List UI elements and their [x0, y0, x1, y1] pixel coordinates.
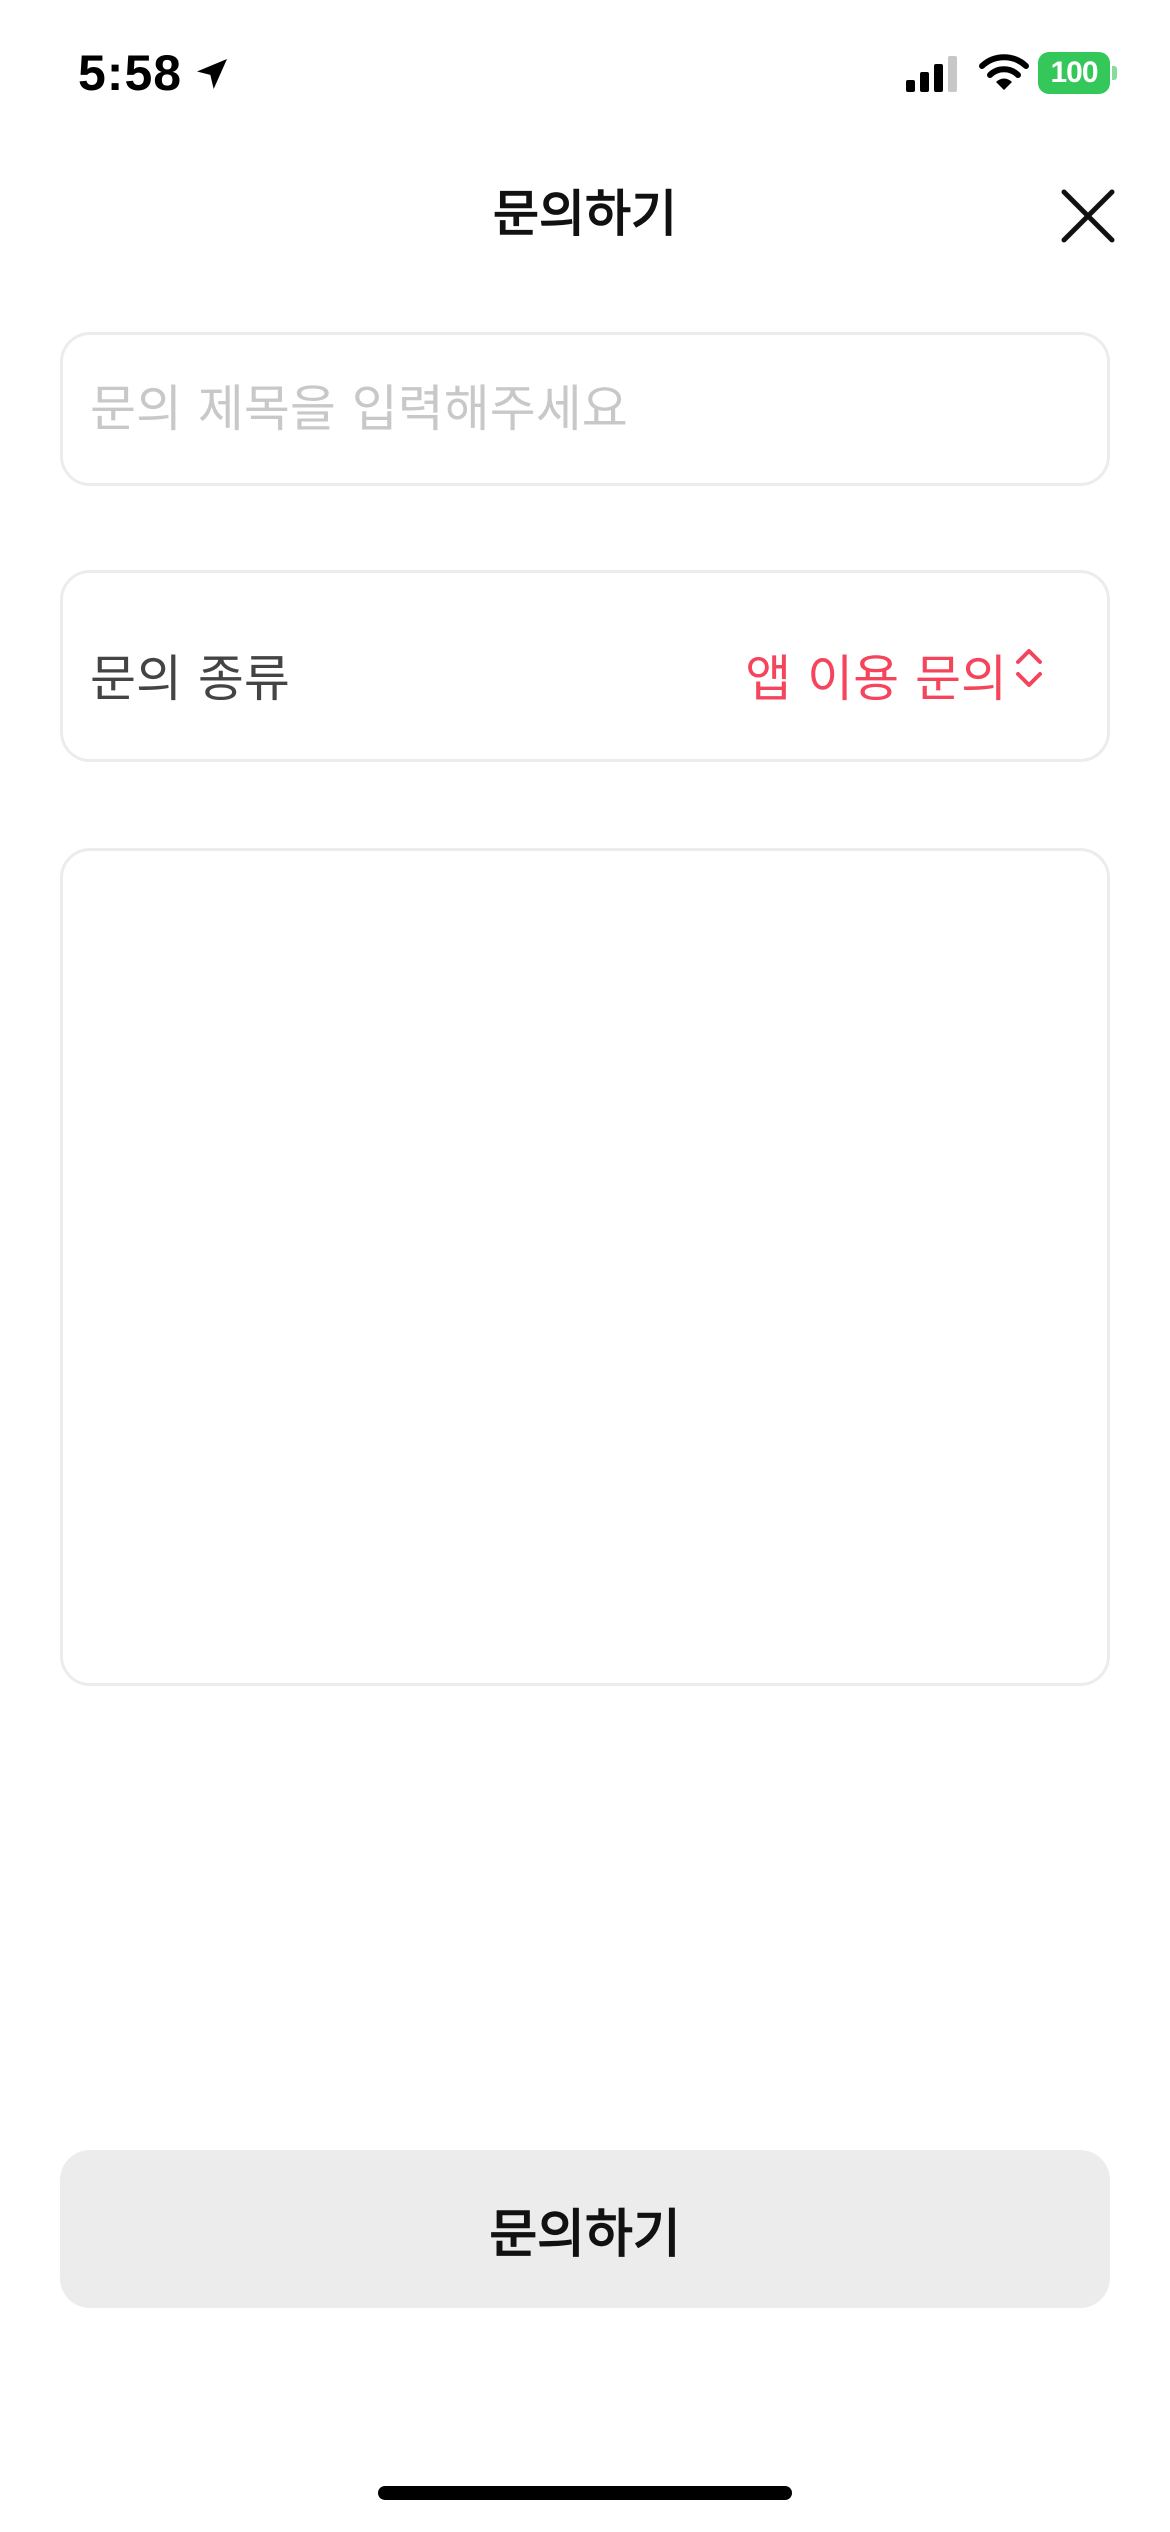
battery-icon: 100	[1038, 52, 1117, 94]
close-button[interactable]	[1050, 178, 1126, 254]
inquiry-content-field	[60, 848, 1110, 1686]
wifi-icon	[979, 54, 1029, 90]
chevron-up-down-icon	[1016, 649, 1042, 687]
inquiry-type-label: 문의 종류	[90, 650, 290, 708]
location-arrow-icon	[197, 59, 227, 89]
status-time: 5:58	[78, 45, 183, 101]
inquiry-title-field	[60, 332, 1110, 486]
battery-level: 100	[1038, 52, 1110, 94]
header: 문의하기	[0, 150, 1170, 270]
inquiry-screen: 5:58 100 문의하기 문의 제목을 입력해주세요 문의 종류 앱 이용 문…	[0, 0, 1170, 2532]
inquiry-type-value[interactable]: 앱 이용 문의	[745, 639, 1007, 711]
battery-cap	[1112, 66, 1117, 80]
close-icon	[1061, 189, 1115, 243]
status-bar: 5:58 100	[0, 0, 1170, 150]
inquiry-type-selector[interactable]: 문의 종류 앱 이용 문의	[60, 570, 1110, 762]
inquiry-title-input[interactable]	[90, 335, 1080, 483]
page-title: 문의하기	[493, 185, 677, 243]
home-indicator	[378, 2486, 792, 2500]
cellular-signal-icon	[906, 56, 957, 92]
submit-inquiry-button[interactable]: 문의하기	[60, 2150, 1110, 2308]
inquiry-content-textarea[interactable]	[90, 878, 1080, 1656]
